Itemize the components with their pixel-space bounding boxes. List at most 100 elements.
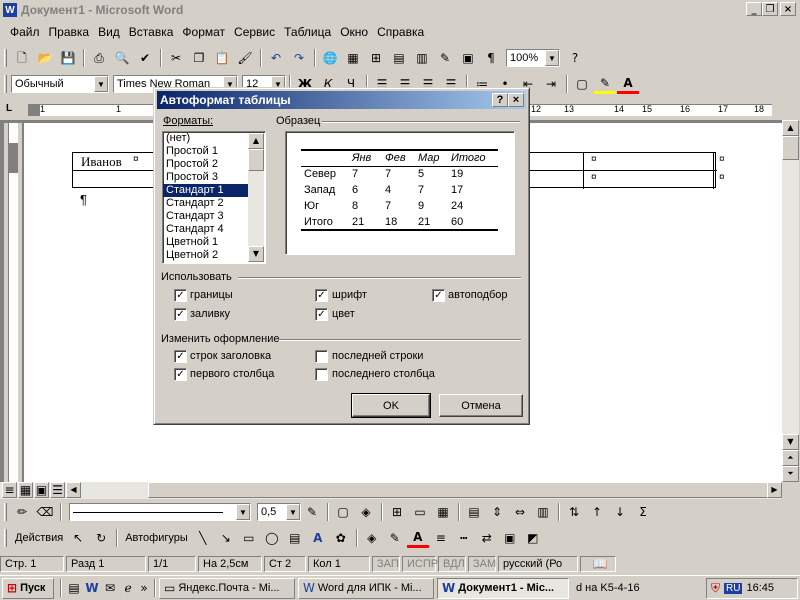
insert-table-icon[interactable]: ⊞ — [365, 48, 387, 68]
taskbar-button-word-ipk[interactable]: W Word для ИПК - Mi... — [298, 577, 434, 599]
language-indicator[interactable]: RU — [724, 582, 743, 594]
increase-indent-icon[interactable]: ⇥ — [540, 74, 562, 94]
dialog-close-button[interactable]: × — [508, 93, 524, 107]
autoshapes-menu[interactable]: Автофигуры — [125, 532, 188, 544]
borders-label[interactable]: границы — [190, 289, 233, 301]
ok-button[interactable]: OK — [351, 393, 431, 418]
autosum-icon[interactable]: Σ — [632, 502, 654, 522]
scroll-thumb[interactable] — [248, 149, 264, 171]
restore-button[interactable]: ❐ — [762, 2, 778, 16]
status-ovr[interactable]: ЗАМ — [468, 556, 496, 572]
show-hide-icon[interactable]: ¶ — [480, 48, 502, 68]
vertical-ruler[interactable] — [4, 123, 22, 482]
insert-excel-icon[interactable]: ▤ — [388, 48, 410, 68]
help-button[interactable]: ? — [492, 93, 508, 107]
arrow-style-icon[interactable]: ⇄ — [476, 528, 498, 548]
spelling-status-icon[interactable]: 📖 — [580, 556, 616, 572]
wordart-icon[interactable]: A — [307, 528, 329, 548]
clipart-icon[interactable]: ✿ — [330, 528, 352, 548]
borders-icon[interactable]: ▢ — [571, 74, 593, 94]
3d-icon[interactable]: ◩ — [522, 528, 544, 548]
autofit-checkbox[interactable]: ✓ — [432, 289, 445, 302]
redo-icon[interactable]: ↷ — [288, 48, 310, 68]
formats-listbox[interactable]: (нет) Простой 1 Простой 2 Простой 3 Стан… — [162, 131, 266, 264]
horizontal-scrollbar[interactable]: ≡ ▦ ▣ ☰ ◀ ▶ — [0, 482, 782, 499]
scroll-right-icon[interactable]: ▶ — [767, 482, 782, 498]
line-weight-combo[interactable]: 0,5 ▼ — [257, 503, 301, 521]
style-combo[interactable]: Обычный ▼ — [11, 75, 109, 93]
last-row-checkbox[interactable] — [315, 350, 328, 363]
document-map-icon[interactable]: ▣ — [457, 48, 479, 68]
menu-insert[interactable]: Вставка — [129, 25, 174, 39]
spelling-icon[interactable]: ✔ — [134, 48, 156, 68]
font-color-icon[interactable]: A — [617, 74, 639, 94]
status-language[interactable]: русский (Ро — [498, 556, 578, 572]
distribute-columns-icon[interactable]: ⇔ — [509, 502, 531, 522]
menu-table[interactable]: Таблица — [284, 25, 331, 39]
font-label[interactable]: шрифт — [332, 289, 367, 301]
normal-view-icon[interactable]: ≡ — [2, 482, 17, 498]
dialog-title-bar[interactable]: Автоформат таблицы ? × — [157, 91, 526, 109]
scroll-thumb[interactable] — [782, 136, 799, 160]
word-app-icon[interactable]: W — [3, 3, 17, 17]
list-item[interactable]: Простой 2 — [163, 158, 250, 171]
window-title-bar[interactable]: W Документ1 - Microsoft Word _ ❐ × — [0, 0, 800, 20]
print-preview-icon[interactable]: 🔍 — [111, 48, 133, 68]
outline-view-icon[interactable]: ☰ — [50, 482, 65, 498]
chevron-down-icon[interactable]: ▼ — [286, 504, 300, 520]
first-column-label[interactable]: первого столбца — [190, 368, 274, 380]
cut-icon[interactable]: ✂ — [165, 48, 187, 68]
menu-view[interactable]: Вид — [98, 25, 120, 39]
change-text-direction-icon[interactable]: ⇅ — [563, 502, 585, 522]
tables-borders-icon[interactable]: ▦ — [342, 48, 364, 68]
undo-icon[interactable]: ↶ — [265, 48, 287, 68]
last-row-label[interactable]: последней строки — [332, 350, 423, 362]
list-item[interactable]: Простой 3 — [163, 171, 250, 184]
scroll-left-icon[interactable]: ◀ — [66, 482, 81, 498]
list-item[interactable]: (нет) — [163, 132, 250, 145]
shading-label[interactable]: заливку — [190, 308, 230, 320]
header-rows-label[interactable]: строк заголовка — [190, 350, 271, 362]
table-cell-text[interactable]: Иванов — [81, 154, 122, 170]
line-color-icon[interactable]: ✎ — [384, 528, 406, 548]
autofit-label[interactable]: автоподбор — [448, 289, 508, 301]
insert-table-icon[interactable]: ⊞ — [386, 502, 408, 522]
highlight-icon[interactable]: ✎ — [594, 74, 616, 94]
next-page-icon[interactable]: ⏷ — [782, 466, 799, 482]
dash-style-icon[interactable]: ┅ — [453, 528, 475, 548]
rectangle-icon[interactable]: ▭ — [238, 528, 260, 548]
oval-icon[interactable]: ◯ — [261, 528, 283, 548]
cancel-button[interactable]: Отмена — [439, 394, 523, 417]
copy-icon[interactable]: ❐ — [188, 48, 210, 68]
hyperlink-icon[interactable]: 🌐 — [319, 48, 341, 68]
toolbar-grip[interactable] — [4, 49, 7, 67]
format-painter-icon[interactable]: 🖌 — [234, 48, 256, 68]
menu-window[interactable]: Окно — [340, 25, 368, 39]
taskbar-button-yandex[interactable]: ▭ Яндекс.Почта - Mi... — [159, 577, 295, 599]
sort-descending-icon[interactable]: ↓ — [609, 502, 631, 522]
merge-cells-icon[interactable]: ▭ — [409, 502, 431, 522]
font-color-icon[interactable]: A — [406, 528, 429, 548]
scroll-thumb[interactable] — [148, 482, 768, 498]
antivirus-icon[interactable]: ⛨ — [711, 582, 720, 594]
outlook-icon[interactable]: ✉ — [101, 582, 119, 594]
status-ext[interactable]: ВДЛ — [438, 556, 466, 572]
print-icon[interactable]: ⎙ — [88, 48, 110, 68]
office-assistant-icon[interactable]: ? — [564, 48, 586, 68]
last-column-checkbox[interactable] — [315, 368, 328, 381]
list-item[interactable]: Цветной 1 — [163, 236, 250, 249]
draw-table-icon[interactable]: ✏ — [11, 502, 33, 522]
select-objects-icon[interactable]: ↖ — [67, 528, 89, 548]
list-item[interactable]: Стандарт 3 — [163, 210, 250, 223]
outside-border-icon[interactable]: ▢ — [332, 502, 354, 522]
page-view-icon[interactable]: ▣ — [34, 482, 49, 498]
open-folder-icon[interactable]: 📂 — [34, 48, 56, 68]
web-view-icon[interactable]: ▦ — [18, 482, 33, 498]
borders-checkbox[interactable]: ✓ — [174, 289, 187, 302]
align-top-icon[interactable]: ▤ — [463, 502, 485, 522]
minimize-button[interactable]: _ — [746, 2, 762, 16]
line-icon[interactable]: ╲ — [192, 528, 214, 548]
chevron-down-icon[interactable]: ▼ — [94, 76, 108, 92]
drawing-icon[interactable]: ✎ — [434, 48, 456, 68]
list-item[interactable]: Стандарт 4 — [163, 223, 250, 236]
